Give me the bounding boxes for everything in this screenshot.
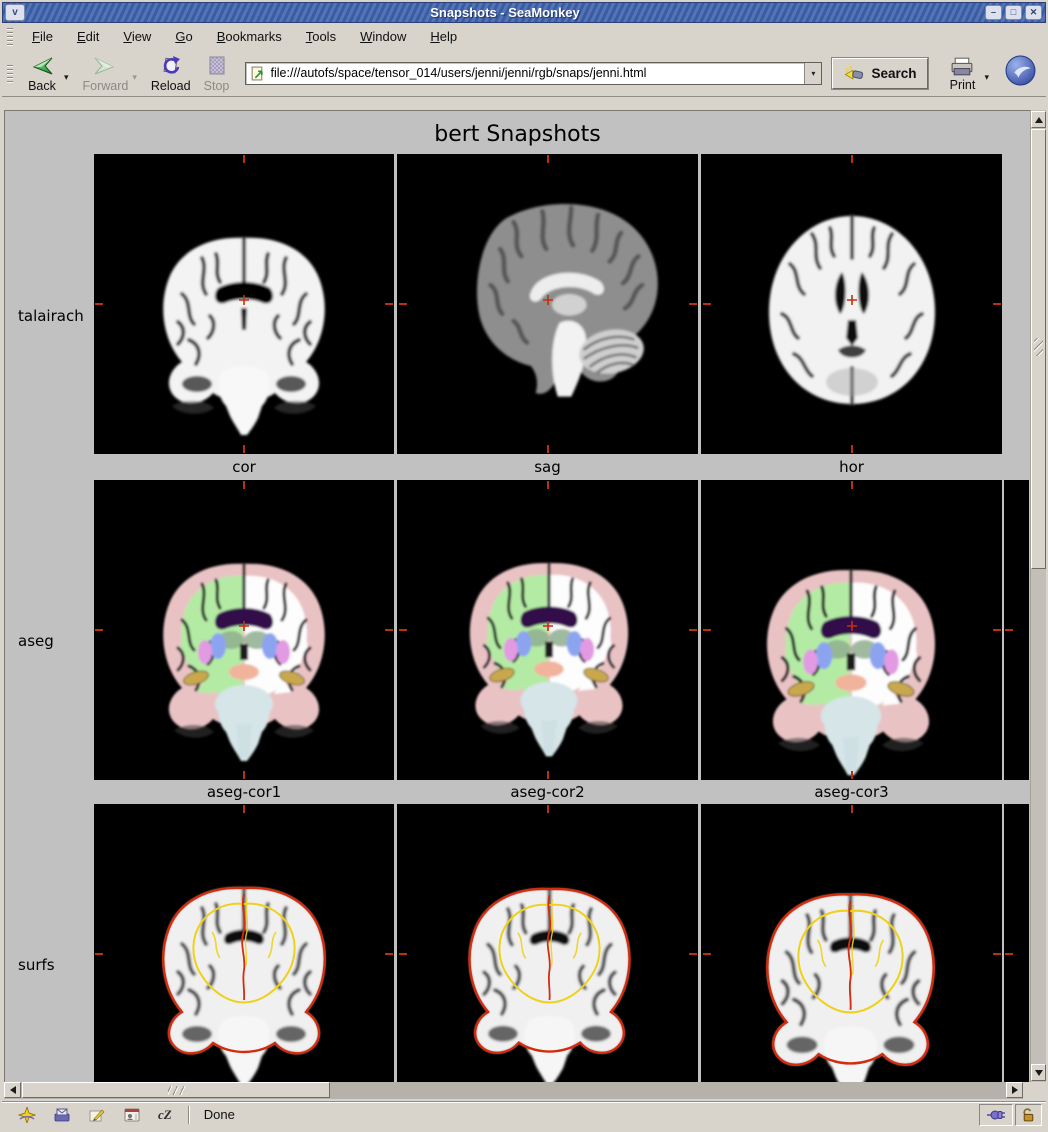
print-icon [949,57,976,76]
forward-dropdown-arrow[interactable]: ▾ [132,72,137,83]
image-talairach-hor [701,154,1002,454]
scroll-up-button[interactable] [1031,111,1046,128]
caption-cor: cor [94,456,394,478]
page-viewport: bert Snapshots talairach aseg surfs cor … [4,110,1030,1082]
stop-icon [205,55,229,77]
brain-axial-image [702,154,1002,454]
brain-aseg-image [94,480,394,780]
url-bar: ▾ [245,62,823,85]
reload-icon [159,55,183,77]
search-icon [844,65,866,82]
image-aseg-cor1 [94,480,394,780]
forward-icon [93,55,117,77]
print-dropdown-arrow[interactable]: ▾ [984,72,989,83]
menu-file[interactable]: File [20,26,65,47]
caption-sag: sag [397,456,698,478]
stop-button[interactable]: Stop [195,52,239,94]
brain-surfaces-image [94,804,394,1082]
brain-surfaces-partial-image [1004,804,1029,1082]
image-surfs-cor1 [94,804,394,1082]
back-button[interactable]: Back [20,52,64,94]
menu-view[interactable]: View [111,26,163,47]
row-label-surfs: surfs [18,956,55,974]
navigator-icon[interactable] [18,1107,36,1123]
brain-aseg-image [398,480,698,780]
browser-window: v Snapshots - SeaMonkey – □ ✕ File Edit … [0,0,1048,1132]
url-input[interactable] [269,66,805,80]
url-dropdown-button[interactable]: ▾ [804,63,821,84]
page-bookmark-icon [250,66,265,81]
address-book-icon[interactable] [123,1107,141,1123]
back-icon [30,55,54,77]
caption-aseg-cor1: aseg-cor1 [94,781,394,803]
caption-aseg-cor2: aseg-cor2 [397,781,698,803]
caption-hor: hor [701,456,1002,478]
statusbar-separator [188,1106,190,1124]
system-menu-button[interactable]: v [5,4,25,21]
menu-edit[interactable]: Edit [65,26,111,47]
brain-aseg-partial-image [1004,480,1029,780]
scroll-down-button[interactable] [1031,1064,1046,1081]
scroll-right-button[interactable] [1006,1082,1023,1098]
toolbar-lower-strip [2,98,1046,110]
menu-window[interactable]: Window [348,26,418,47]
online-status-indicator[interactable] [979,1104,1013,1126]
brain-sagittal-image [398,154,698,454]
seamonkey-globe-icon [1005,55,1036,86]
forward-button[interactable]: Forward [79,52,133,94]
mail-icon[interactable] [53,1107,71,1123]
image-talairach-cor [94,154,394,454]
vertical-scrollbar-thumb[interactable] [1031,129,1046,569]
brain-surfaces-image [702,804,1002,1082]
menu-bookmarks[interactable]: Bookmarks [205,26,294,47]
plug-icon [985,1109,1007,1121]
navigation-toolbar: Back ▾ Forward ▾ Reload [2,50,1046,97]
statusbar: cZ Done [2,1101,1046,1127]
menubar-grippy[interactable] [7,27,13,46]
menu-tools[interactable]: Tools [294,26,348,47]
image-aseg-cor2 [397,480,698,780]
scroll-left-button[interactable] [4,1082,21,1098]
back-dropdown-arrow[interactable]: ▾ [64,72,69,83]
component-bar: cZ [2,1102,188,1127]
row-label-aseg: aseg [18,632,54,650]
image-surfs-cor2 [397,804,698,1082]
vertical-scrollbar[interactable] [1030,110,1046,1082]
seamonkey-logo[interactable] [1005,55,1036,91]
print-button[interactable]: Print [940,54,984,93]
horizontal-scrollbar[interactable] [4,1082,1023,1099]
image-surfs-cor3 [701,804,1002,1082]
menubar: File Edit View Go Bookmarks Tools Window… [2,24,1046,49]
minimize-button[interactable]: – [985,5,1002,20]
brain-coronal-image [94,154,394,454]
unlocked-padlock-icon [1021,1107,1036,1123]
titlebar: v Snapshots - SeaMonkey – □ ✕ [2,2,1046,23]
image-aseg-cor4-partial [1004,480,1029,780]
page-title: bert Snapshots [5,122,1030,147]
search-button[interactable]: Search [832,58,928,89]
reload-button[interactable]: Reload [147,52,195,94]
caption-aseg-cor3: aseg-cor3 [701,781,1002,803]
toolbar-grippy[interactable] [7,64,13,83]
window-controls: – □ ✕ [985,5,1042,20]
menu-go[interactable]: Go [163,26,204,47]
menu-help[interactable]: Help [418,26,469,47]
security-indicator[interactable] [1015,1104,1042,1126]
status-text: Done [204,1107,979,1122]
composer-icon[interactable] [88,1107,106,1123]
chatzilla-icon[interactable]: cZ [158,1107,172,1123]
row-label-talairach: talairach [18,307,84,325]
brain-aseg-image [702,480,1002,780]
horizontal-scrollbar-thumb[interactable] [22,1082,330,1098]
maximize-button[interactable]: □ [1005,5,1022,20]
image-surfs-cor4-partial [1004,804,1029,1082]
image-aseg-cor3 [701,480,1002,780]
image-talairach-sag [397,154,698,454]
window-title: Snapshots - SeaMonkey [25,5,985,20]
close-button[interactable]: ✕ [1025,5,1042,20]
brain-surfaces-image [398,804,698,1082]
